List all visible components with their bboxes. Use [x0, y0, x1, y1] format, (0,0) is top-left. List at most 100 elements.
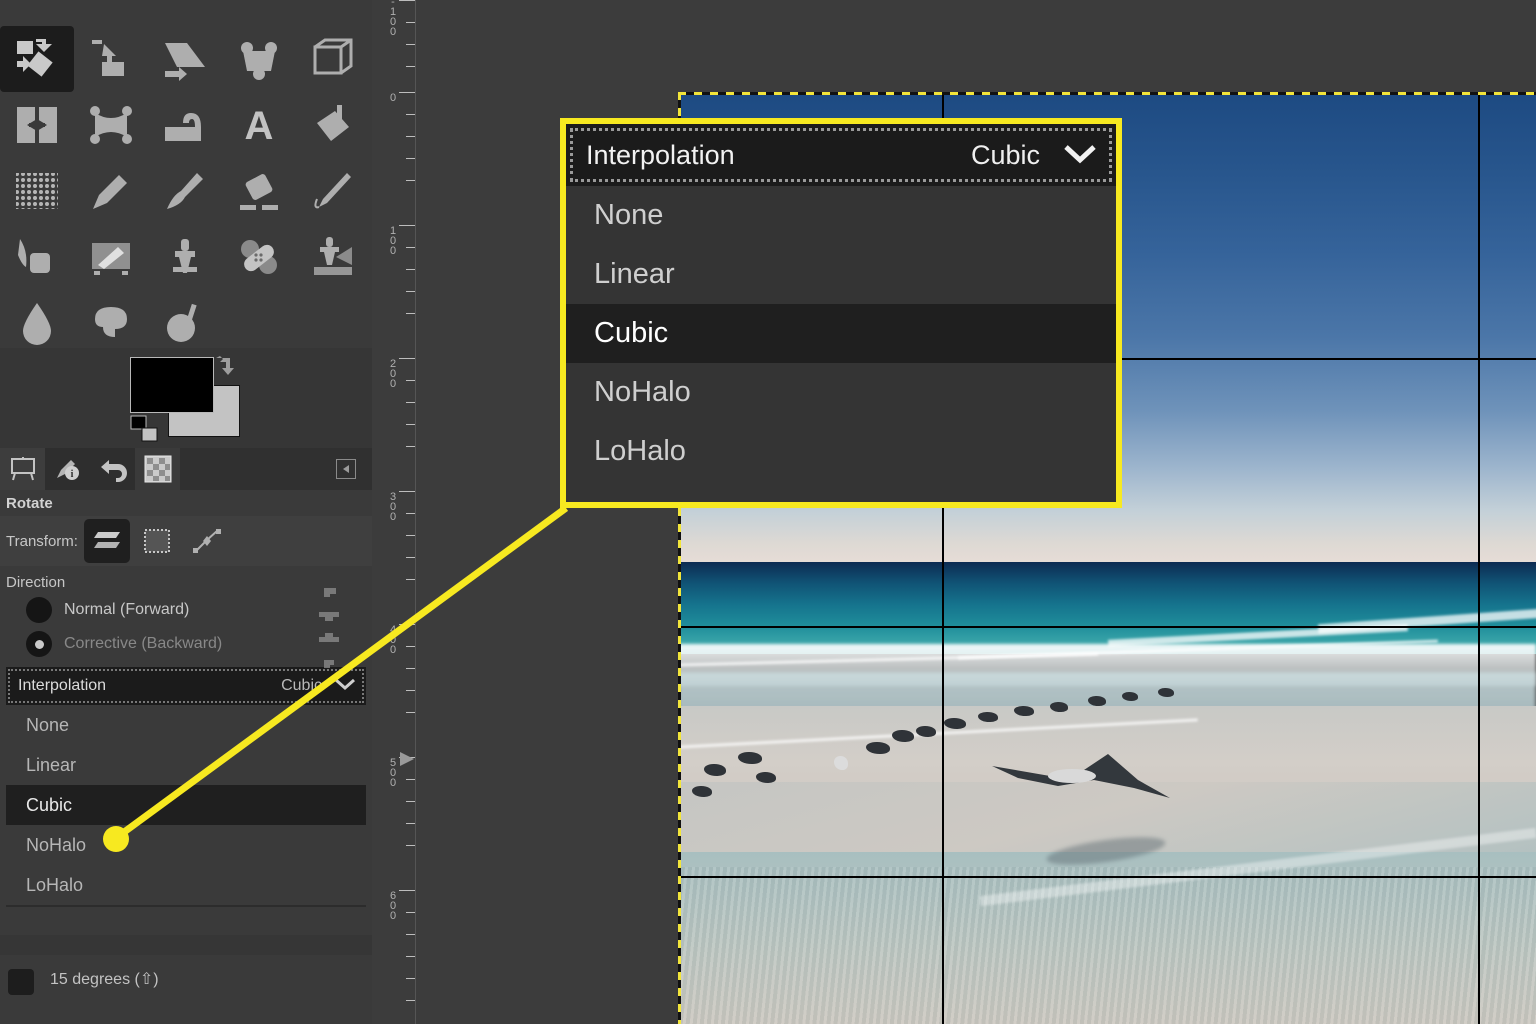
- shorebird: [756, 772, 776, 783]
- interpolation-option-linear[interactable]: Linear: [6, 745, 366, 785]
- sidebar-item-patterns[interactable]: [135, 448, 180, 490]
- interpolation-option-lohalo[interactable]: LoHalo: [6, 865, 366, 905]
- ruler-label: -100: [387, 0, 399, 36]
- interpolation-option-nohalo[interactable]: NoHalo: [566, 363, 1116, 422]
- paintbrush-tool-icon[interactable]: [148, 158, 222, 224]
- transform-label: Transform:: [6, 532, 78, 550]
- bucket-fill-icon[interactable]: [296, 92, 370, 158]
- interpolation-label: Interpolation: [586, 139, 735, 170]
- handle-transform-icon[interactable]: [222, 26, 296, 92]
- shorebird: [738, 752, 762, 764]
- shorebird: [1158, 688, 1174, 697]
- transform-path-icon[interactable]: [184, 519, 230, 563]
- magnified-interpolation-dropdown[interactable]: Interpolation Cubic None Linear Cubic No…: [560, 118, 1122, 508]
- interpolation-option-list-magnified[interactable]: None Linear Cubic NoHalo LoHalo: [566, 186, 1116, 481]
- unified-transform-icon[interactable]: [74, 26, 148, 92]
- toolbox-row: [0, 26, 372, 92]
- interpolation-option-nohalo[interactable]: NoHalo: [6, 825, 366, 865]
- blur-sharpen-icon[interactable]: [0, 290, 74, 356]
- toolbox-row: [0, 290, 372, 356]
- scroll-handles-icon[interactable]: [316, 586, 342, 670]
- crop-tool-icon[interactable]: [148, 0, 222, 26]
- ruler-label: 200: [387, 358, 399, 388]
- shorebird: [1088, 696, 1106, 706]
- direction-option-label: Normal (Forward): [64, 601, 190, 618]
- constrain-shortcut-row: 15 degrees (⇧): [0, 955, 372, 1024]
- ruler-label: 500: [387, 757, 399, 787]
- toolbox: A: [0, 0, 372, 348]
- rotate-tool-icon[interactable]: [0, 26, 74, 92]
- interpolation-option-list[interactable]: None Linear Cubic NoHalo LoHalo: [6, 705, 366, 907]
- clone-source-icon[interactable]: [74, 224, 148, 290]
- pencil-tool-icon[interactable]: [74, 158, 148, 224]
- transform-layer-icon[interactable]: [83, 519, 130, 563]
- shorebird: [916, 726, 936, 737]
- gimp-window: -100 0 100 200 300 400 500 600 A i Rotat…: [0, 0, 1536, 1024]
- swap-colors-icon[interactable]: [212, 352, 242, 378]
- toolbox-row: [0, 224, 372, 290]
- ruler-label: 600: [387, 890, 399, 920]
- shear-tool-icon[interactable]: [296, 0, 370, 26]
- interpolation-combo[interactable]: Interpolation Cubic: [6, 667, 366, 705]
- shorebird: [1014, 706, 1034, 716]
- cage-transform-icon[interactable]: [74, 92, 148, 158]
- align-tool-icon[interactable]: [0, 0, 74, 26]
- shorebird: [1050, 702, 1068, 712]
- interpolation-option-cubic[interactable]: Cubic: [566, 304, 1116, 363]
- callout-anchor-dot: [103, 826, 129, 852]
- interpolation-combo-magnified[interactable]: Interpolation Cubic: [566, 124, 1116, 186]
- scale-tool-icon[interactable]: [222, 0, 296, 26]
- smudge-tool-icon[interactable]: [74, 290, 148, 356]
- text-tool-icon[interactable]: A: [222, 92, 296, 158]
- interpolation-option-linear[interactable]: Linear: [566, 245, 1116, 304]
- foreground-color-swatch[interactable]: [130, 357, 214, 413]
- radio-unselected-icon: [26, 631, 52, 657]
- transform-selection-icon[interactable]: [134, 519, 180, 563]
- dock-tab-bar: i: [0, 448, 372, 490]
- page-title: Rotate: [6, 495, 53, 512]
- constrain-shortcut-label: 15 degrees (⇧): [50, 971, 159, 988]
- radio-selected-icon: [26, 597, 52, 623]
- vertical-ruler[interactable]: -100 0 100 200 300 400 500 600: [372, 0, 416, 1024]
- heal-tool-icon[interactable]: [222, 224, 296, 290]
- selection-border-top: [678, 92, 1536, 95]
- warp-transform-icon[interactable]: [148, 92, 222, 158]
- left-dock: A i Rotate Transform: Direction Normal (…: [0, 0, 372, 1024]
- tool-options-panel: Rotate Transform: Direction Normal (Forw…: [0, 490, 372, 935]
- interpolation-option-none[interactable]: None: [566, 186, 1116, 245]
- 3d-transform-icon[interactable]: [296, 26, 370, 92]
- interpolation-option-cubic[interactable]: Cubic: [6, 785, 366, 825]
- shorebird: [866, 742, 890, 754]
- sidebar-item-tool-options[interactable]: [0, 448, 45, 490]
- move-tool-icon[interactable]: [74, 0, 148, 26]
- interpolation-option-none[interactable]: None: [6, 705, 366, 745]
- constrain-checkbox[interactable]: [8, 969, 34, 995]
- dock-menu-icon[interactable]: [336, 459, 356, 479]
- ink-tool-icon[interactable]: [296, 158, 370, 224]
- perspective-tool-icon[interactable]: [148, 26, 222, 92]
- interpolation-option-lohalo[interactable]: LoHalo: [566, 422, 1116, 481]
- flip-tool-icon[interactable]: [0, 92, 74, 158]
- dodge-burn-icon[interactable]: [148, 290, 222, 356]
- chevron-down-icon[interactable]: [1062, 142, 1098, 169]
- mypaint-brush-icon[interactable]: [0, 224, 74, 290]
- eraser-tool-icon[interactable]: [222, 158, 296, 224]
- chevron-down-icon[interactable]: [334, 677, 356, 696]
- svg-text:A: A: [245, 104, 274, 147]
- ruler-label: 100: [387, 225, 399, 255]
- shorebird: [944, 718, 966, 729]
- color-swatch-area: [0, 348, 372, 448]
- gull-in-flight: [992, 754, 1170, 798]
- dock-tab-group: i: [45, 448, 180, 490]
- perspective-clone-icon[interactable]: [296, 224, 370, 290]
- clone-tool-icon[interactable]: [148, 224, 222, 290]
- default-colors-icon[interactable]: [130, 415, 170, 445]
- shorebird: [1122, 692, 1138, 701]
- shorebird: [692, 786, 712, 797]
- sidebar-item-device-status[interactable]: i: [45, 448, 90, 490]
- gradient-tool-icon[interactable]: [0, 158, 74, 224]
- shorebird: [704, 764, 726, 776]
- interpolation-value: Cubic: [281, 677, 322, 694]
- interpolation-value: Cubic: [970, 139, 1040, 170]
- sidebar-item-undo-history[interactable]: [90, 448, 135, 490]
